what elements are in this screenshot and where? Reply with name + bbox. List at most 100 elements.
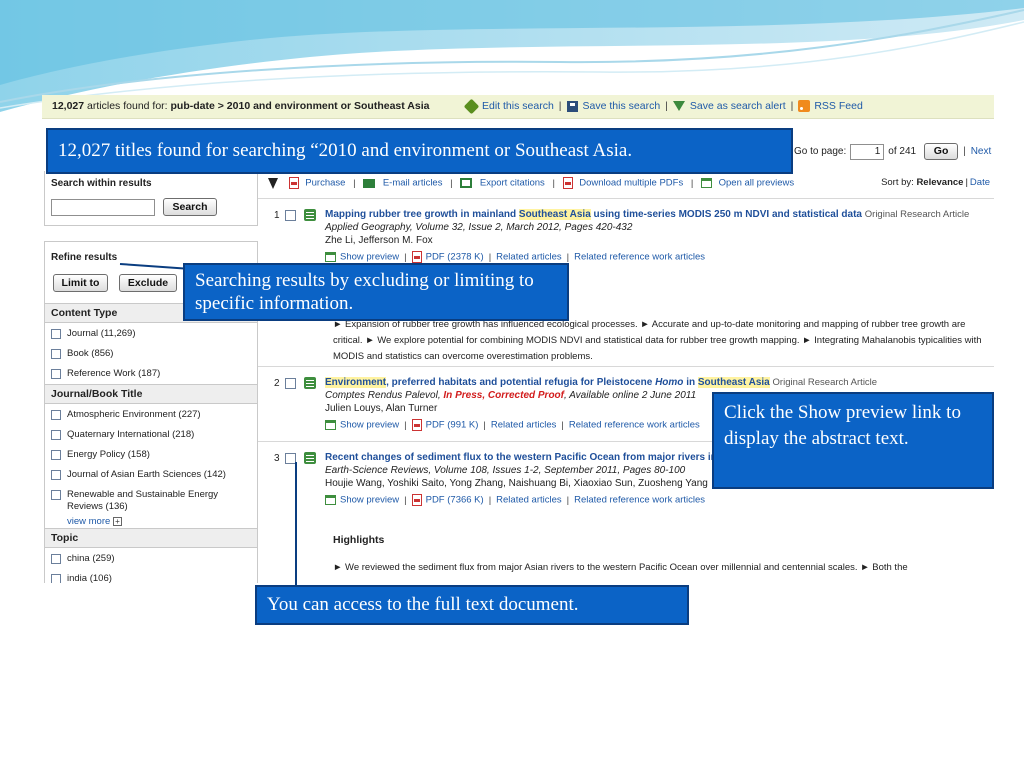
facet-checkbox[interactable] — [51, 450, 61, 460]
search-actions: Edit this search | Save this search | Sa… — [463, 98, 863, 114]
facet-checkbox[interactable] — [51, 410, 61, 420]
facet-quaternary-international[interactable]: Quaternary International (218) — [51, 429, 194, 440]
pdf-icon — [288, 177, 299, 189]
callout-connector-line — [295, 462, 297, 586]
download-pdfs-link[interactable]: Download multiple PDFs — [579, 178, 683, 189]
exclude-button[interactable]: Exclude — [119, 274, 177, 292]
search-query: pub-date > 2010 and environment or South… — [170, 100, 430, 112]
preview-icon — [325, 420, 336, 430]
select-down-arrow-icon[interactable] — [268, 177, 278, 189]
facet-reference-work[interactable]: Reference Work (187) — [51, 368, 160, 379]
sort-date-link[interactable]: Date — [970, 177, 990, 188]
result-source: Earth-Science Reviews, Volume 108, Issue… — [325, 465, 686, 476]
result-title[interactable]: Recent changes of sediment flux to the w… — [325, 452, 717, 463]
related-articles-link[interactable]: Related articles — [491, 420, 556, 431]
article-type: Original Research Article — [772, 377, 878, 388]
facet-journal[interactable]: Journal (11,269) — [51, 328, 135, 339]
result-source: Applied Geography, Volume 32, Issue 2, M… — [325, 222, 633, 233]
save-icon — [566, 100, 578, 112]
result-authors: Houjie Wang, Yoshiki Saito, Yong Zhang, … — [325, 478, 708, 489]
refine-title: Refine results — [51, 252, 118, 263]
result-source: Comptes Rendus Palevol, In Press, Correc… — [325, 390, 697, 401]
sort-relevance[interactable]: Relevance — [916, 177, 963, 188]
show-preview-link[interactable]: Show preview — [340, 252, 399, 263]
save-alert-link[interactable]: Save as search alert — [690, 100, 786, 112]
related-reference-link[interactable]: Related reference work articles — [569, 420, 700, 431]
pagination: Go to page: 1 of 241 Go | Next » — [794, 143, 994, 160]
facet-checkbox[interactable] — [51, 490, 61, 500]
goto-page-input[interactable]: 1 — [850, 143, 885, 160]
facet-checkbox[interactable] — [51, 574, 61, 583]
related-articles-link[interactable]: Related articles — [496, 495, 561, 506]
related-articles-link[interactable]: Related articles — [496, 252, 561, 263]
search-summary-bar: 12,027 articles found for: pub-date > 20… — [42, 95, 994, 119]
search-within-button[interactable]: Search — [163, 198, 217, 216]
article-type: Original Research Article — [864, 209, 970, 220]
save-search-link[interactable]: Save this search — [583, 100, 661, 112]
callout-show-preview: Click the Show preview link to display t… — [712, 392, 994, 489]
view-more-link[interactable]: view more + — [67, 516, 122, 527]
export-citations-link[interactable]: Export citations — [480, 178, 545, 189]
result-title[interactable]: Environment, preferred habitats and pote… — [325, 377, 877, 388]
show-preview-link[interactable]: Show preview — [340, 495, 399, 506]
related-reference-link[interactable]: Related reference work articles — [574, 495, 705, 506]
results-list: Purchase | E-mail articles | Export cita… — [258, 171, 994, 583]
facet-renewable-energy[interactable]: Renewable and Sustainable Energy Reviews… — [51, 489, 231, 513]
callout-refine-results: Searching results by excluding or limiti… — [183, 263, 569, 321]
facet-book[interactable]: Book (856) — [51, 348, 113, 359]
edit-search-link[interactable]: Edit this search — [482, 100, 554, 112]
result-links: Show preview | PDF (991 K) | Related article… — [325, 419, 700, 431]
search-within-input[interactable] — [51, 199, 155, 216]
preview-icon — [325, 495, 336, 505]
result-authors: Zhe Li, Jefferson M. Fox — [325, 235, 433, 246]
pdf-link[interactable]: PDF (2378 K) — [426, 252, 484, 263]
result-abstract: ► Expansion of rubber tree growth has in… — [333, 319, 982, 362]
article-icon — [304, 209, 316, 221]
pdf-icon — [411, 494, 422, 506]
open-all-previews-link[interactable]: Open all previews — [719, 178, 795, 189]
facet-checkbox[interactable] — [51, 329, 61, 339]
pdf-icon — [411, 419, 422, 431]
result-checkbox[interactable] — [285, 378, 296, 389]
pencil-icon — [463, 98, 480, 114]
result-links: Show preview | PDF (7366 K) | Related articl… — [325, 494, 705, 506]
goto-page-label: Go to page: — [794, 146, 847, 157]
facet-checkbox[interactable] — [51, 554, 61, 564]
limit-to-button[interactable]: Limit to — [53, 274, 108, 292]
result-title[interactable]: Mapping rubber tree growth in mainland S… — [325, 209, 969, 220]
export-icon — [460, 178, 473, 188]
pdf-link[interactable]: PDF (7366 K) — [426, 495, 484, 506]
article-icon[interactable] — [304, 452, 316, 464]
facet-china[interactable]: china (259) — [51, 553, 115, 564]
facet-checkbox[interactable] — [51, 349, 61, 359]
email-articles-link[interactable]: E-mail articles — [383, 178, 443, 189]
pdf-icon — [411, 251, 422, 263]
search-summary: 12,027 articles found for: pub-date > 20… — [52, 100, 429, 112]
purchase-link[interactable]: Purchase — [305, 178, 345, 189]
facet-checkbox[interactable] — [51, 369, 61, 379]
facet-asian-earth-sciences[interactable]: Journal of Asian Earth Sciences (142) — [51, 469, 226, 480]
search-within-panel: Search within results Search — [44, 171, 258, 226]
results-toolbar: Purchase | E-mail articles | Export cita… — [268, 177, 994, 189]
refine-sidebar: Search within results Search Refine resu… — [42, 171, 258, 583]
facet-india[interactable]: india (106) — [51, 573, 112, 583]
pdf-link[interactable]: PDF (991 K) — [426, 420, 479, 431]
highlights-heading: Highlights — [333, 534, 385, 546]
pdf-icon — [562, 177, 573, 189]
facet-energy-policy[interactable]: Energy Policy (158) — [51, 449, 150, 460]
journal-title-heading: Journal/Book Title — [45, 384, 257, 404]
facet-checkbox[interactable] — [51, 430, 61, 440]
show-preview-link[interactable]: Show preview — [340, 420, 399, 431]
facet-atmospheric-environment[interactable]: Atmospheric Environment (227) — [51, 409, 201, 420]
go-button[interactable]: Go — [924, 143, 959, 160]
facet-checkbox[interactable] — [51, 470, 61, 480]
expand-plus-icon: + — [112, 517, 122, 526]
highlights-text: ► We reviewed the sediment flux from maj… — [333, 562, 908, 573]
article-icon — [304, 377, 316, 389]
related-reference-link[interactable]: Related reference work articles — [574, 252, 705, 263]
next-page-link[interactable]: Next » — [971, 146, 994, 157]
rss-feed-link[interactable]: RSS Feed — [814, 100, 862, 112]
result-checkbox[interactable] — [285, 210, 296, 221]
result-count: 12,027 — [52, 100, 85, 112]
result-number: 1 — [274, 210, 280, 221]
